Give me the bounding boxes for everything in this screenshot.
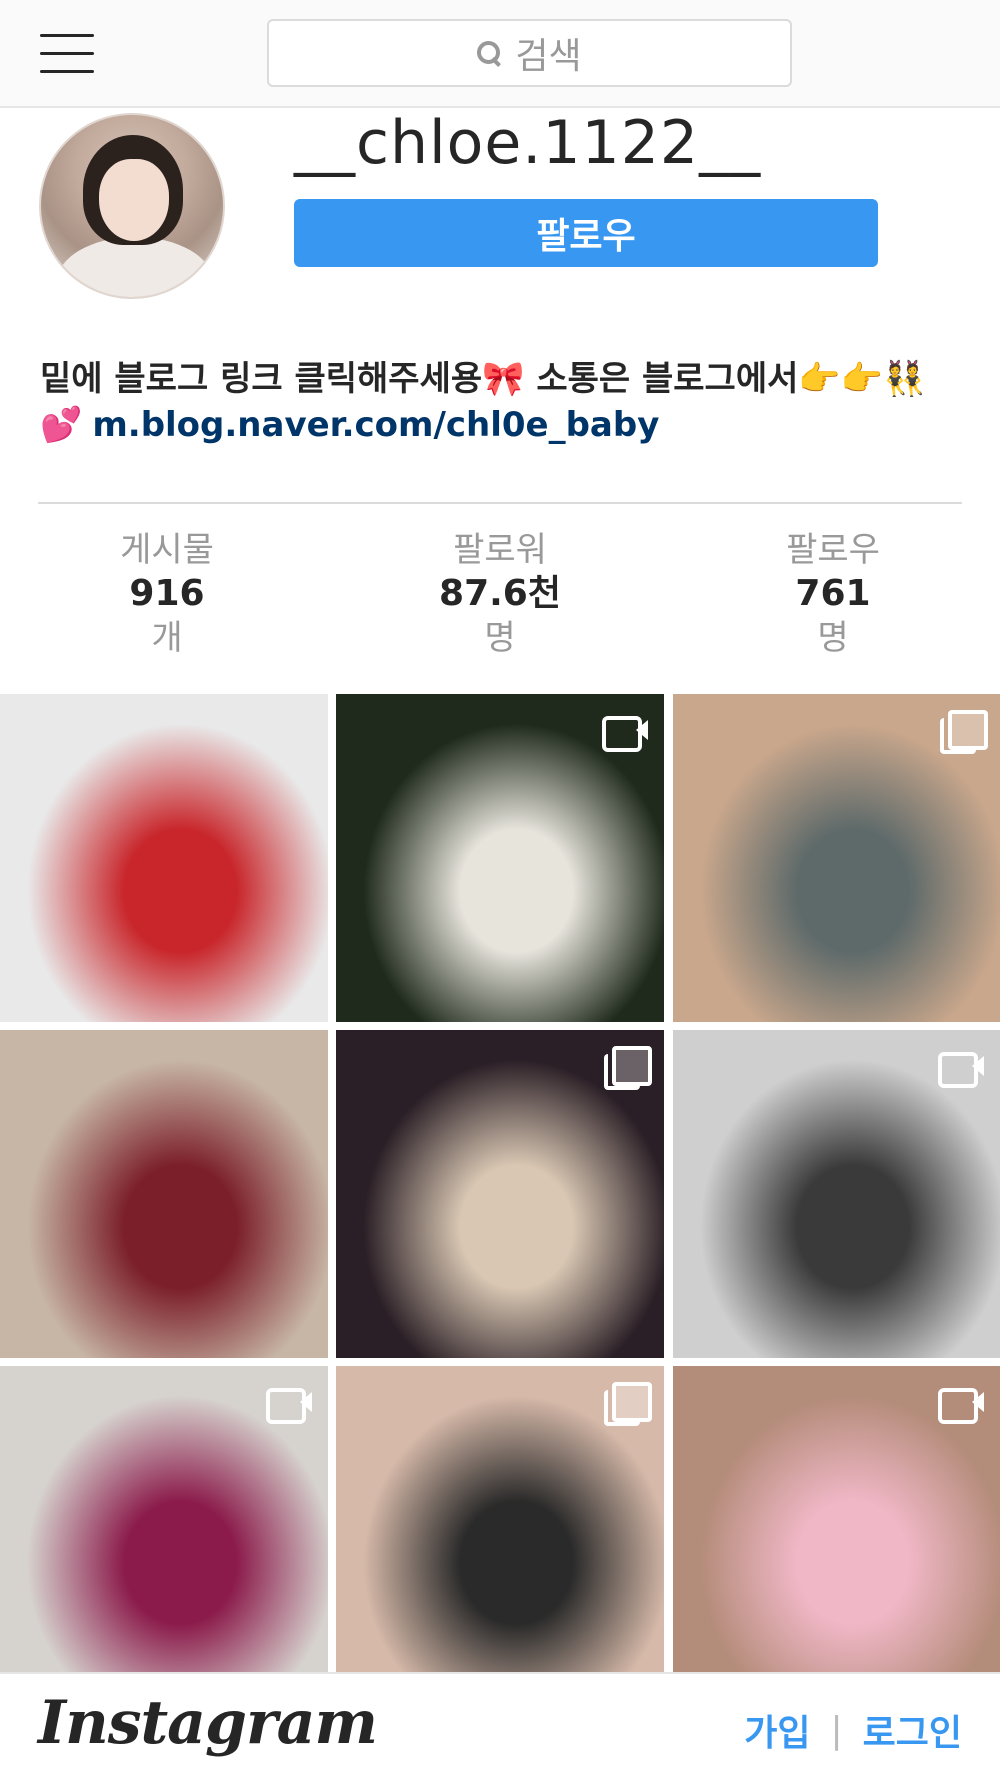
stat-label: 팔로워 xyxy=(453,530,547,570)
search-input[interactable]: 검색 xyxy=(267,19,792,87)
video-icon xyxy=(938,1382,984,1424)
stat-label: 게시물 xyxy=(120,530,214,570)
bio-link-row: 💕 m.blog.naver.com/chl0e_baby xyxy=(40,402,659,448)
stat-unit: 개 xyxy=(151,618,183,658)
top-bar: 검색 xyxy=(0,0,1000,108)
stat-posts[interactable]: 게시물 916 개 xyxy=(27,528,307,660)
post-thumbnail[interactable] xyxy=(0,1366,328,1694)
multiple-photos-icon xyxy=(602,1382,652,1426)
post-thumbnail[interactable] xyxy=(0,1030,328,1358)
stat-followers[interactable]: 팔로워 87.6천 명 xyxy=(360,528,640,660)
post-thumbnail[interactable] xyxy=(0,694,328,1022)
post-thumbnail[interactable] xyxy=(336,1030,664,1358)
video-icon xyxy=(602,710,648,752)
stat-following[interactable]: 팔로우 761 명 xyxy=(693,528,973,660)
stat-unit: 명 xyxy=(484,618,516,658)
search-placeholder: 검색 xyxy=(515,36,582,77)
bio-text: 밑에 블로그 링크 클릭해주세용🎀 소통은 블로그에서👉👉👯 xyxy=(40,359,926,399)
auth-links: 가입 | 로그인 xyxy=(744,1704,962,1756)
avatar[interactable] xyxy=(39,113,225,299)
multiple-photos-icon xyxy=(938,710,988,754)
stat-value: 761 xyxy=(795,573,871,614)
multiple-photos-icon xyxy=(602,1046,652,1090)
bio-link[interactable]: m.blog.naver.com/chl0e_baby xyxy=(92,405,659,445)
post-thumbnail[interactable] xyxy=(673,1030,1000,1358)
stat-label: 팔로우 xyxy=(786,530,880,570)
video-icon xyxy=(266,1382,312,1424)
hearts-emoji: 💕 xyxy=(40,405,83,445)
separator: | xyxy=(830,1709,843,1751)
instagram-logo[interactable]: Instagram xyxy=(38,1688,378,1758)
divider xyxy=(38,502,962,504)
stat-unit: 명 xyxy=(817,618,849,658)
stat-value: 87.6천 xyxy=(439,573,561,614)
post-thumbnail[interactable] xyxy=(336,694,664,1022)
post-thumbnail[interactable] xyxy=(673,1366,1000,1694)
signup-link[interactable]: 가입 xyxy=(744,1704,810,1756)
stat-value: 916 xyxy=(129,573,205,614)
follow-button[interactable]: 팔로우 xyxy=(294,199,878,267)
stats-row: 게시물 916 개 팔로워 87.6천 명 팔로우 761 명 xyxy=(0,528,1000,668)
post-thumbnail[interactable] xyxy=(336,1366,664,1694)
footer-bar: Instagram 가입 | 로그인 xyxy=(0,1672,1000,1777)
post-thumbnail[interactable] xyxy=(673,694,1000,1022)
posts-grid xyxy=(0,694,1000,1694)
hamburger-menu-icon[interactable] xyxy=(40,32,96,76)
login-link[interactable]: 로그인 xyxy=(863,1704,962,1756)
profile-username: __chloe.1122__ xyxy=(294,108,762,178)
video-icon xyxy=(938,1046,984,1088)
search-icon xyxy=(477,41,501,65)
